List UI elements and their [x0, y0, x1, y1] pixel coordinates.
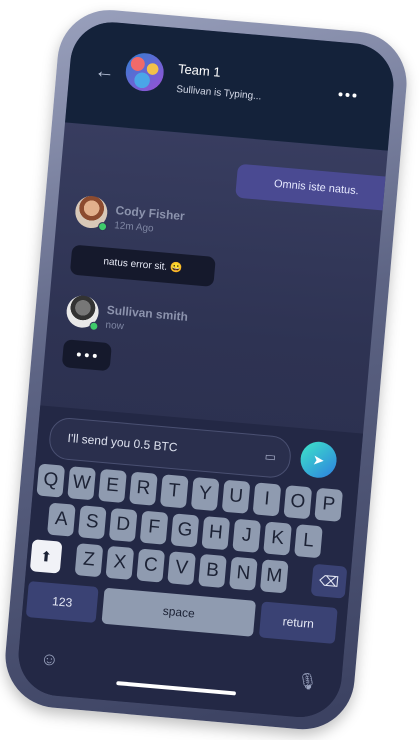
typing-status: Sullivan is Typing...: [175, 84, 262, 103]
key-g[interactable]: G: [170, 513, 200, 548]
key-j[interactable]: J: [232, 518, 262, 553]
key-k[interactable]: K: [263, 521, 292, 556]
key-r[interactable]: R: [129, 471, 158, 506]
return-key[interactable]: return: [258, 601, 338, 644]
incoming-message[interactable]: natus error sit. 😀: [69, 244, 216, 287]
key-m[interactable]: M: [259, 559, 289, 594]
key-f[interactable]: F: [139, 510, 169, 545]
key-a[interactable]: A: [47, 502, 76, 537]
message-time-sullivan: now: [105, 319, 125, 333]
key-s[interactable]: S: [77, 505, 107, 540]
dot: [76, 352, 82, 357]
phone-mockup: ← Team 1 Sullivan is Typing... Omnis ist…: [0, 0, 419, 740]
dot: [345, 92, 350, 98]
microphone-icon[interactable]: 🎙: [296, 671, 318, 693]
message-time-cody: 12m Ago: [113, 220, 155, 235]
key-e[interactable]: E: [98, 468, 127, 504]
online-indicator: [97, 221, 108, 232]
key-u[interactable]: U: [221, 479, 251, 514]
chat-screen: ← Team 1 Sullivan is Typing... Omnis ist…: [15, 18, 397, 721]
dot: [92, 353, 97, 359]
attach-file-icon[interactable]: ▭: [264, 449, 277, 464]
send-icon: ➤: [312, 451, 326, 469]
team-avatar[interactable]: [124, 51, 166, 93]
key-z[interactable]: Z: [74, 543, 104, 578]
arrow-left-icon[interactable]: ←: [94, 60, 116, 84]
more-horizontal-icon[interactable]: [338, 92, 357, 98]
dot: [84, 353, 89, 358]
key-d[interactable]: D: [108, 507, 138, 543]
backspace-key[interactable]: ⌫: [310, 563, 348, 599]
tilted-device: ← Team 1 Sullivan is Typing... Omnis ist…: [0, 0, 419, 740]
backspace-icon: ⌫: [318, 572, 340, 591]
online-indicator: [88, 321, 99, 332]
key-t[interactable]: T: [159, 474, 189, 509]
key-l[interactable]: L: [294, 524, 323, 559]
key-o[interactable]: O: [283, 485, 313, 520]
chat-title: Team 1: [177, 61, 222, 80]
key-p[interactable]: P: [314, 487, 344, 522]
key-w[interactable]: W: [67, 466, 96, 501]
emoji-icon[interactable]: ☺: [39, 648, 59, 671]
shift-icon: ⬆: [39, 547, 53, 565]
shift-key[interactable]: ⬆: [29, 539, 63, 574]
outgoing-message[interactable]: Omnis iste natus.: [235, 163, 397, 212]
key-i[interactable]: I: [252, 482, 282, 517]
key-v[interactable]: V: [167, 551, 196, 586]
key-h[interactable]: H: [201, 516, 231, 551]
key-x[interactable]: X: [105, 545, 135, 580]
dot: [352, 93, 357, 98]
typing-indicator-bubble: [61, 339, 112, 372]
key-c[interactable]: C: [136, 548, 166, 583]
dot: [338, 92, 343, 97]
key-b[interactable]: B: [198, 553, 227, 589]
key-q[interactable]: Q: [36, 463, 66, 498]
key-y[interactable]: Y: [190, 476, 220, 512]
key-n[interactable]: N: [229, 556, 258, 591]
numbers-key[interactable]: 123: [25, 581, 99, 623]
